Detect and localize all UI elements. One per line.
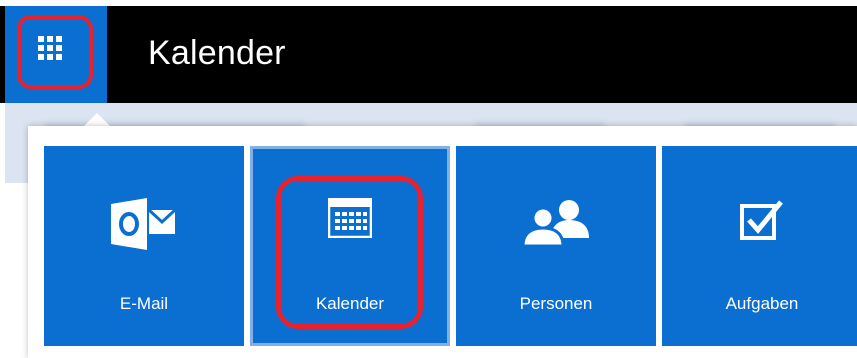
app-title: Kalender [148,34,286,72]
tile-label: Aufgaben [725,294,799,313]
app-launcher-button[interactable] [5,6,107,103]
checkbox-task-icon [739,198,785,249]
tile-label: Personen [519,294,593,313]
launcher-highlight-annotation [17,15,93,89]
top-bar: Kalender [0,6,857,103]
outlook-mail-icon [111,198,177,255]
people-icon [521,198,591,251]
tile-email[interactable]: E-Mail [44,146,244,346]
tile-label: E-Mail [119,294,169,313]
tile-tasks[interactable]: Aufgaben [662,146,857,346]
calendar-highlight-annotation [276,176,423,329]
tile-people[interactable]: Personen [456,146,656,346]
panel-pointer [84,113,110,126]
tile-calendar[interactable]: Kalender [250,146,450,346]
app-launcher-panel: E-Mail Kalender Personen Aufgaben [28,126,857,358]
